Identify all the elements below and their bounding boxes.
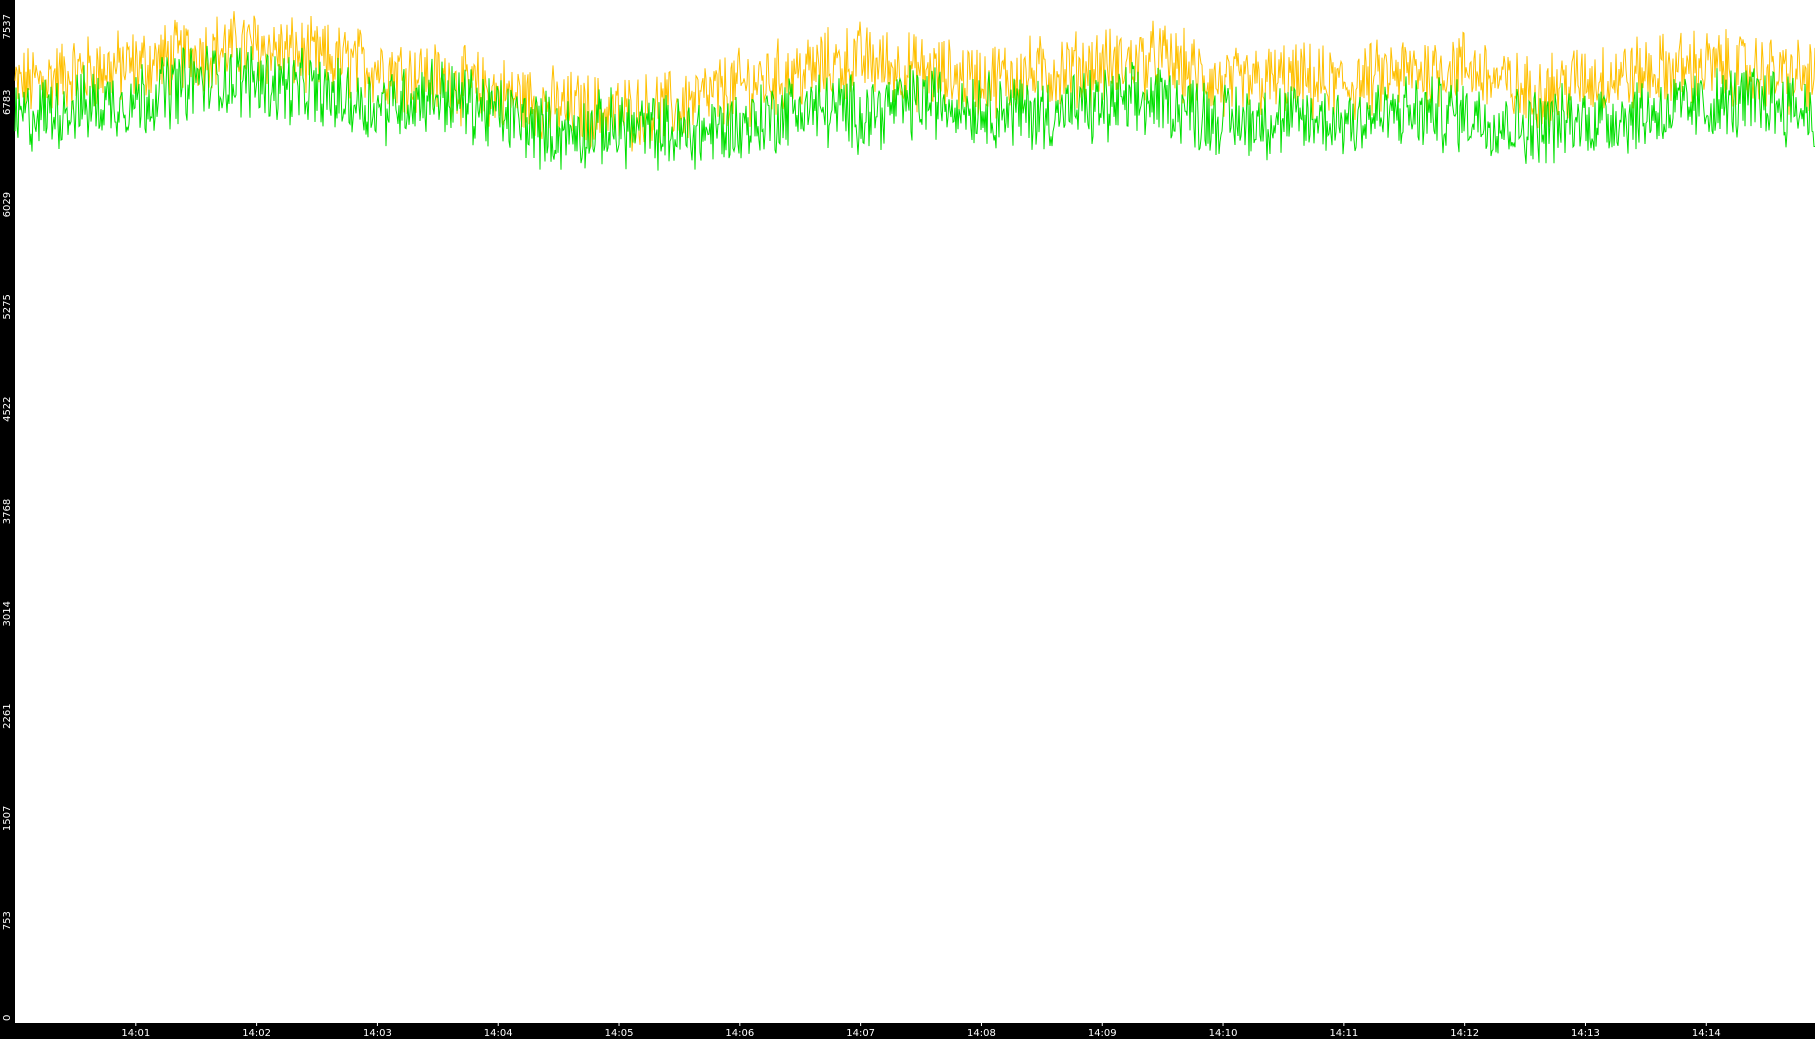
x-tick-label: 14:14 bbox=[1692, 1028, 1721, 1039]
x-tick-label: 14:09 bbox=[1088, 1028, 1117, 1039]
x-tick-label: 14:03 bbox=[363, 1028, 392, 1039]
x-tick-label: 14:12 bbox=[1450, 1028, 1479, 1039]
y-axis: 0 753 1507 2261 3014 3768 4522 5275 6029 6783 7537 bbox=[2, 14, 13, 1021]
y-tick-label: 4522 bbox=[2, 396, 13, 421]
y-tick-label: 1507 bbox=[2, 806, 13, 831]
y-tick-label: 5275 bbox=[2, 294, 13, 319]
y-tick-label: 7537 bbox=[2, 14, 13, 39]
x-axis: 14:01 14:02 14:03 14:04 14:05 14:06 14:07 14:08… bbox=[121, 1023, 1721, 1039]
x-tick-label: 14:11 bbox=[1329, 1028, 1358, 1039]
y-tick-label: 3014 bbox=[2, 601, 13, 626]
y-tick-label: 6029 bbox=[2, 192, 13, 217]
plot-area bbox=[15, 0, 1815, 1023]
y-tick-label: 2261 bbox=[2, 703, 13, 728]
x-tick-label: 14:06 bbox=[725, 1028, 754, 1039]
x-tick-label: 14:13 bbox=[1571, 1028, 1600, 1039]
line-chart-svg: 0 753 1507 2261 3014 3768 4522 5275 6029 6783 7537… bbox=[2, 0, 1815, 1039]
y-tick-label: 6783 bbox=[2, 90, 13, 115]
x-tick-label: 14:10 bbox=[1209, 1028, 1238, 1039]
x-tick-label: 14:02 bbox=[242, 1028, 271, 1039]
y-tick-label: 3768 bbox=[2, 499, 13, 524]
x-tick-label: 14:08 bbox=[967, 1028, 996, 1039]
chart: 0 753 1507 2261 3014 3768 4522 5275 6029 6783 7537… bbox=[0, 0, 1815, 1039]
x-tick-label: 14:07 bbox=[846, 1028, 875, 1039]
y-tick-label: 753 bbox=[2, 911, 13, 930]
x-tick-label: 14:05 bbox=[605, 1028, 634, 1039]
x-tick-label: 14:04 bbox=[484, 1028, 513, 1039]
y-tick-label: 0 bbox=[2, 1015, 13, 1021]
x-tick-label: 14:01 bbox=[121, 1028, 150, 1039]
